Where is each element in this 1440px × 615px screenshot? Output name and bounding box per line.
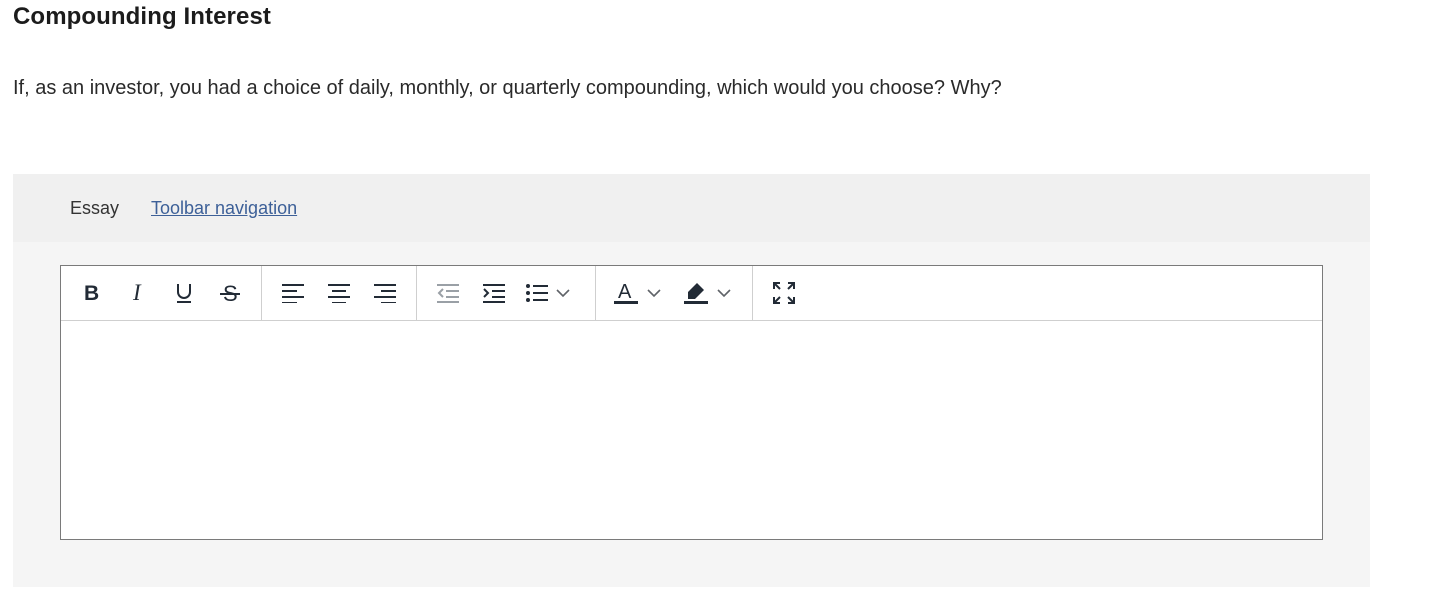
essay-text-area[interactable] — [61, 321, 1322, 539]
toolbar-navigation-link[interactable]: Toolbar navigation — [151, 198, 297, 219]
alignment-group — [262, 266, 417, 320]
italic-icon: I — [132, 283, 142, 303]
bullet-list-button[interactable] — [520, 273, 584, 313]
text-color-button[interactable]: A — [607, 273, 671, 313]
essay-panel: Essay Toolbar navigation B I A — [13, 174, 1370, 587]
view-group — [753, 266, 815, 320]
highlighter-icon — [684, 283, 708, 304]
text-color-icon: A — [614, 281, 638, 304]
editor-toolbar: B I S — [61, 266, 1322, 321]
strikethrough-icon: S — [220, 282, 240, 304]
essay-label: Essay — [70, 198, 120, 218]
bold-button[interactable]: B — [72, 273, 112, 313]
align-left-button[interactable] — [273, 273, 313, 313]
essay-panel-header: Essay Toolbar navigation — [13, 174, 1370, 242]
bold-icon: B — [84, 283, 99, 303]
question-text: If, as an investor, you had a choice of … — [13, 77, 1002, 99]
underline-button[interactable] — [164, 273, 204, 313]
align-right-icon — [374, 284, 396, 303]
strikethrough-button[interactable]: S — [210, 273, 250, 313]
text-format-group: B I S — [61, 266, 262, 320]
rich-text-editor: B I S — [60, 265, 1323, 540]
align-center-icon — [328, 284, 350, 303]
italic-button[interactable]: I — [118, 273, 158, 313]
indent-icon — [483, 284, 505, 303]
chevron-down-icon — [717, 288, 731, 297]
svg-text:B: B — [84, 283, 99, 303]
align-center-button[interactable] — [319, 273, 359, 313]
page-title: Compounding Interest — [13, 3, 271, 30]
highlight-color-button[interactable] — [677, 273, 741, 313]
bullet-list-icon — [526, 284, 548, 302]
chevron-down-icon — [556, 288, 570, 297]
fullscreen-button[interactable] — [764, 273, 804, 313]
outdent-icon — [437, 284, 459, 303]
chevron-down-icon — [647, 288, 661, 297]
fullscreen-icon — [773, 282, 795, 304]
underline-icon — [177, 284, 191, 303]
indent-button[interactable] — [474, 273, 514, 313]
outdent-button[interactable] — [428, 273, 468, 313]
align-right-button[interactable] — [365, 273, 405, 313]
list-indent-group — [417, 266, 596, 320]
color-group: A — [596, 266, 753, 320]
align-left-icon — [282, 284, 304, 303]
svg-text:A: A — [618, 281, 632, 303]
svg-text:I: I — [132, 283, 142, 303]
